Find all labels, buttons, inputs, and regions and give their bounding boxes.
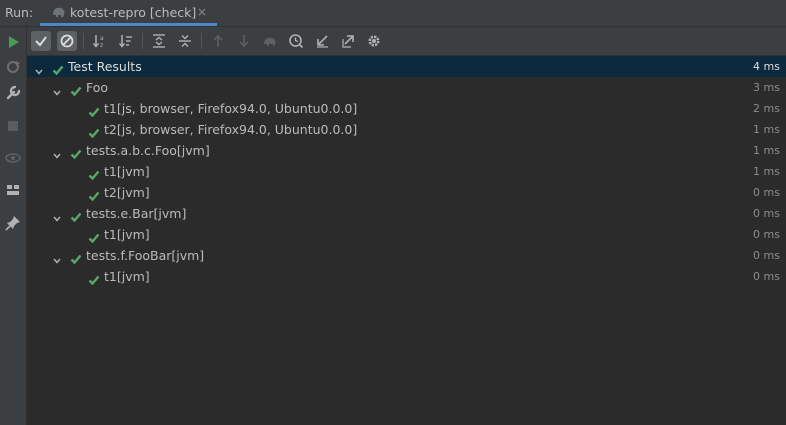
test-duration: 2 ms (753, 102, 780, 115)
test-duration: 0 ms (753, 270, 780, 283)
chevron-down-icon[interactable] (52, 83, 62, 96)
tree-row-suite[interactable]: tests.f.FooBar[jvm] 0 ms (27, 245, 786, 266)
test-name: t2[js, browser, Firefox94.0, Ubuntu0.0.0… (104, 122, 358, 137)
passed-check-icon (70, 145, 82, 160)
passed-check-icon (52, 61, 64, 76)
passed-check-icon (88, 187, 100, 202)
passed-check-icon (70, 250, 82, 265)
tree-row-test[interactable]: t1[jvm] 1 ms (27, 161, 786, 182)
prev-failed-icon[interactable] (208, 31, 228, 51)
test-name: t1[jvm] (104, 227, 150, 242)
passed-check-icon (88, 229, 100, 244)
import-icon[interactable] (312, 31, 332, 51)
toolbar-separator (142, 33, 143, 49)
test-name: Test Results (68, 59, 142, 74)
test-duration: 0 ms (753, 249, 780, 262)
tab-close-icon[interactable]: × (197, 5, 207, 19)
tree-row-test[interactable]: t1[jvm] 0 ms (27, 266, 786, 287)
passed-check-icon (70, 82, 82, 97)
run-config-tab[interactable]: kotest-repro [check] × (40, 0, 217, 26)
test-duration: 0 ms (753, 207, 780, 220)
test-duration: 0 ms (753, 186, 780, 199)
test-name: t1[jvm] (104, 164, 150, 179)
run-icon[interactable] (3, 32, 23, 52)
test-results-tree[interactable]: Test Results 4 ms Foo 3 ms t1[js, browser, F… (27, 56, 786, 287)
eye-icon[interactable] (3, 148, 23, 168)
export-icon[interactable] (338, 31, 358, 51)
pin-icon[interactable] (3, 213, 23, 233)
passed-check-icon (88, 124, 100, 139)
tree-row-root[interactable]: Test Results 4 ms (27, 56, 786, 77)
test-name: t1[jvm] (104, 269, 150, 284)
test-runner-toolbar: az (27, 27, 786, 56)
run-label: Run: (5, 5, 34, 20)
tree-row-suite[interactable]: Foo 3 ms (27, 77, 786, 98)
chevron-down-icon[interactable] (34, 62, 44, 75)
test-name: t2[jvm] (104, 185, 150, 200)
rerun-icon[interactable] (260, 31, 280, 51)
collapse-all-icon[interactable] (175, 31, 195, 51)
test-duration: 3 ms (753, 81, 780, 94)
test-duration: 1 ms (753, 123, 780, 136)
next-failed-icon[interactable] (234, 31, 254, 51)
test-name: Foo (86, 80, 109, 95)
toolbar-separator (201, 33, 202, 49)
tree-row-suite[interactable]: tests.e.Bar[jvm] 0 ms (27, 203, 786, 224)
test-name: tests.e.Bar[jvm] (86, 206, 187, 221)
toolbar-separator (83, 33, 84, 49)
rerun-failed-icon[interactable] (3, 57, 23, 77)
test-name: t1[js, browser, Firefox94.0, Ubuntu0.0.0… (104, 101, 358, 116)
run-tool-window-header: Run: kotest-repro [check] × (0, 0, 786, 27)
chevron-down-icon[interactable] (52, 146, 62, 159)
tree-row-test[interactable]: t2[jvm] 0 ms (27, 182, 786, 203)
sort-duration-icon[interactable] (116, 31, 136, 51)
test-duration: 4 ms (753, 60, 780, 73)
settings-icon[interactable] (364, 31, 384, 51)
test-name: tests.a.b.c.Foo[jvm] (86, 143, 210, 158)
test-duration: 0 ms (753, 228, 780, 241)
chevron-down-icon[interactable] (52, 251, 62, 264)
sort-alpha-icon[interactable]: az (90, 31, 110, 51)
show-ignored-icon[interactable] (57, 31, 77, 51)
expand-all-icon[interactable] (149, 31, 169, 51)
tree-row-suite[interactable]: tests.a.b.c.Foo[jvm] 1 ms (27, 140, 786, 161)
test-name: tests.f.FooBar[jvm] (86, 248, 205, 263)
passed-check-icon (88, 271, 100, 286)
tree-row-test[interactable]: t1[js, browser, Firefox94.0, Ubuntu0.0.0… (27, 98, 786, 119)
history-icon[interactable] (286, 31, 306, 51)
stop-icon[interactable] (3, 116, 23, 136)
gradle-elephant-icon (52, 6, 66, 21)
left-toolbar (0, 27, 27, 425)
passed-check-icon (88, 103, 100, 118)
test-duration: 1 ms (753, 144, 780, 157)
tree-row-test[interactable]: t2[js, browser, Firefox94.0, Ubuntu0.0.0… (27, 119, 786, 140)
chevron-down-icon[interactable] (52, 209, 62, 222)
tab-active-indicator (40, 23, 217, 26)
test-duration: 1 ms (753, 165, 780, 178)
show-passed-icon[interactable] (31, 31, 51, 51)
tree-row-test[interactable]: t1[jvm] 0 ms (27, 224, 786, 245)
passed-check-icon (88, 166, 100, 181)
passed-check-icon (70, 208, 82, 223)
layout-icon[interactable] (3, 180, 23, 200)
tab-title: kotest-repro [check] (70, 5, 197, 20)
svg-text:a: a (100, 35, 104, 42)
svg-text:z: z (100, 42, 103, 49)
wrench-icon[interactable] (3, 83, 23, 103)
